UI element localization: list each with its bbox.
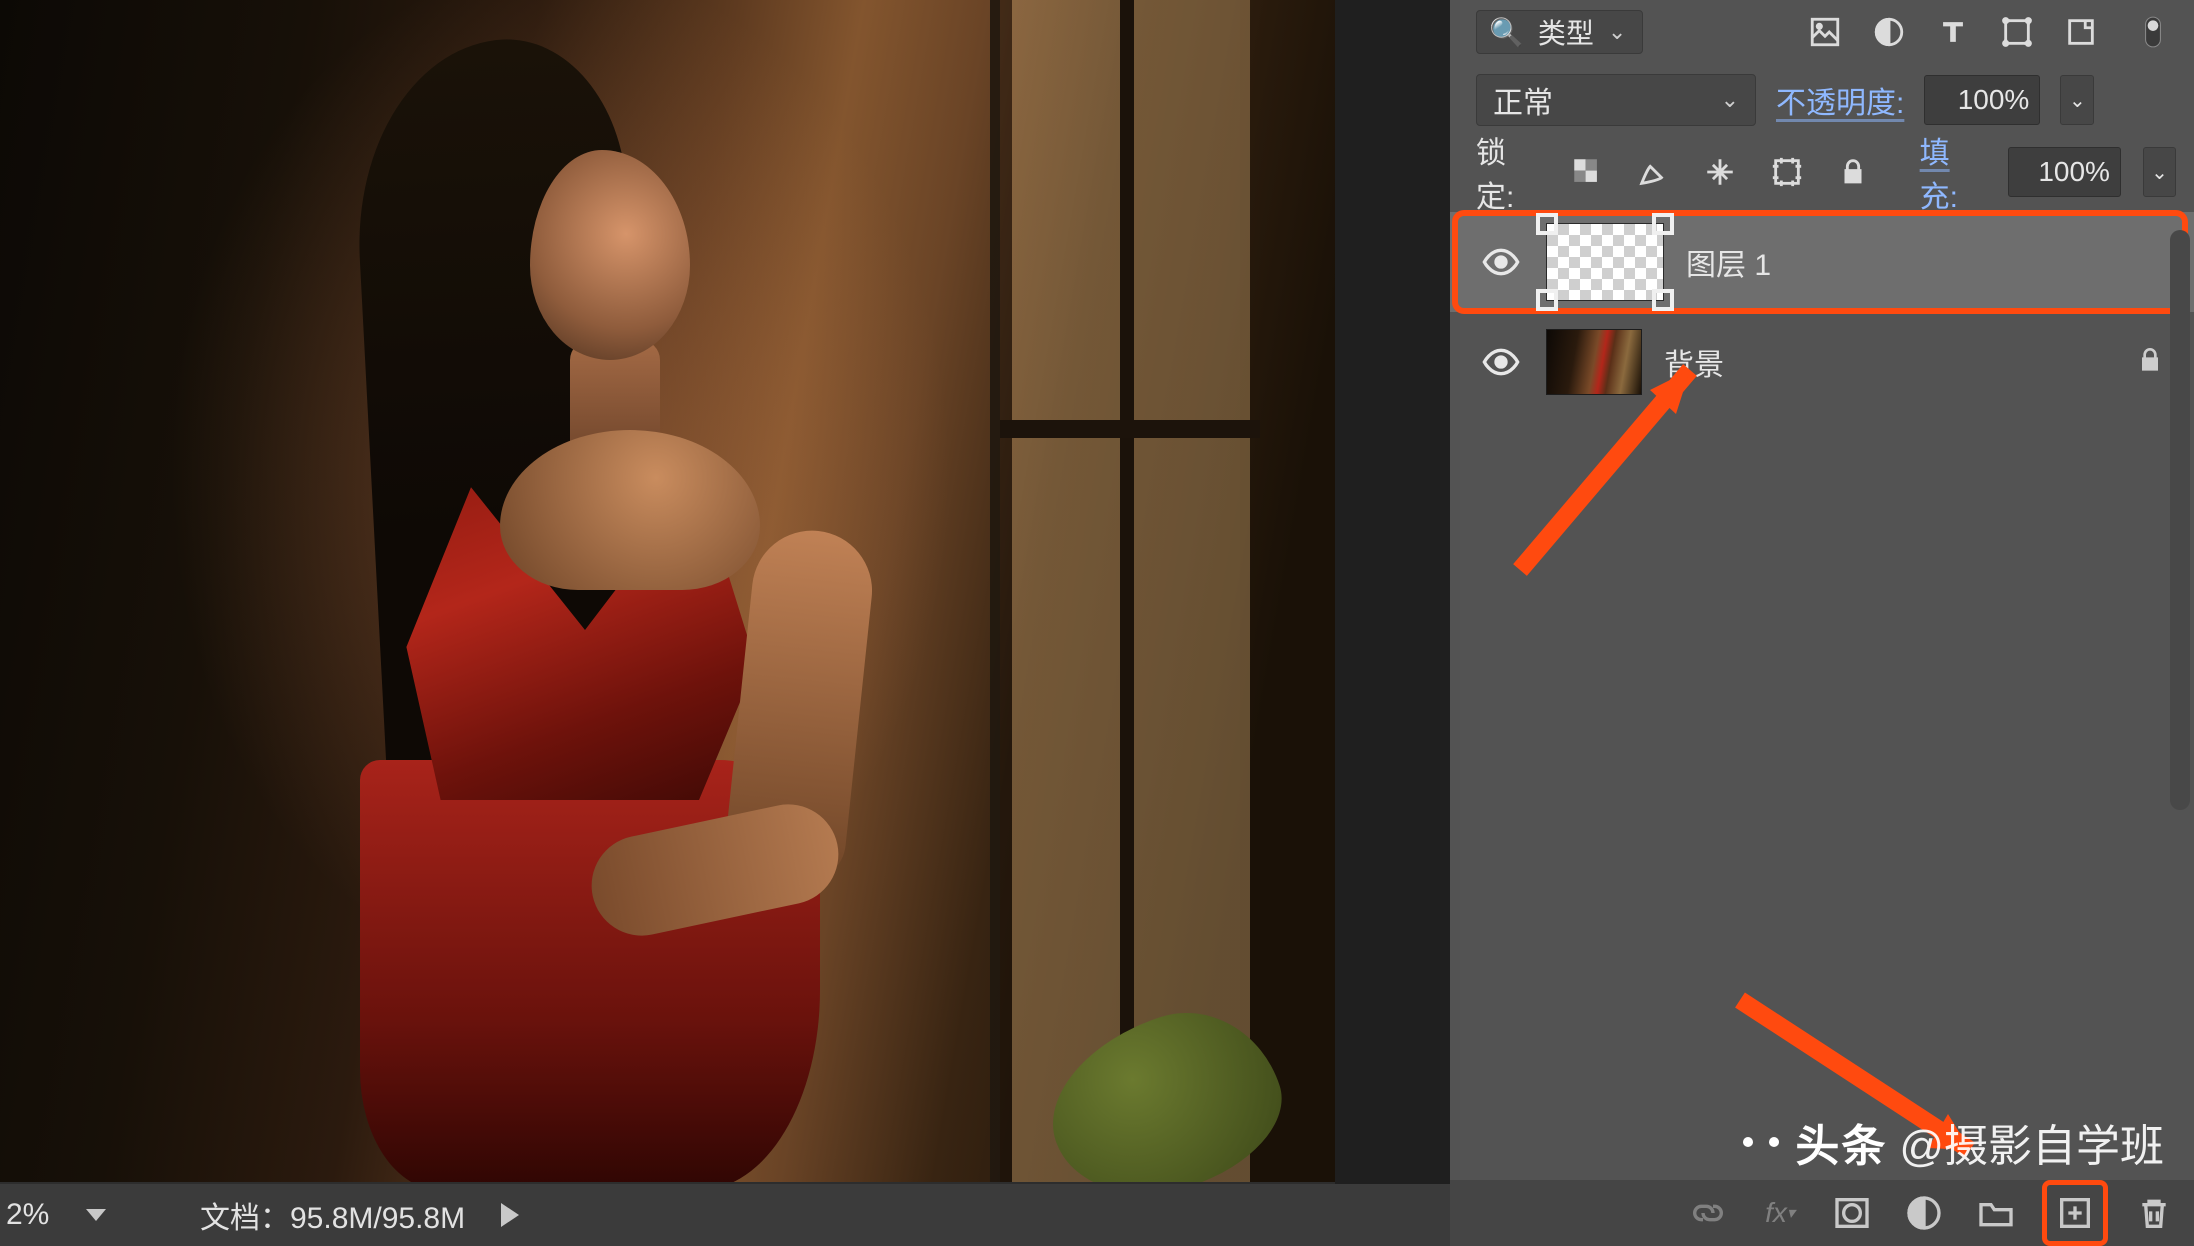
panel-scrollbar[interactable] [2170,230,2190,810]
layer-style-fx-icon[interactable]: fx▾ [1754,1187,1806,1239]
chevron-down-icon: ⌄ [1608,19,1626,45]
canvas-area[interactable]: 2% 文档：95.8M/95.8M [0,0,1450,1246]
fill-value[interactable]: 100% [2008,147,2121,197]
layer-name[interactable]: 背景 [1664,340,1724,384]
add-mask-icon[interactable] [1826,1187,1878,1239]
filter-type-select[interactable]: 🔍 类型 ⌄ [1476,10,1643,54]
filter-pixel-icon[interactable] [1802,9,1848,55]
transparent-thumb [1546,223,1664,301]
opacity-label[interactable]: 不透明度: [1776,78,1904,122]
watermark-handle: @摄影自学班 [1899,1110,2164,1174]
lock-fill-bar: 锁定: 填充: 100% ⌄ [1450,136,2194,208]
layer-name[interactable]: 图层 1 [1686,240,1771,284]
search-icon: 🔍 [1489,16,1524,49]
filter-shape-icon[interactable] [1994,9,2040,55]
zoom-level[interactable]: 2% [0,1198,80,1232]
layers-panel-footer: fx▾ [1450,1180,2194,1246]
zoom-dropdown-icon[interactable] [86,1209,106,1221]
document-size-info[interactable]: 文档：95.8M/95.8M [200,1193,465,1237]
fill-dropdown-icon[interactable]: ⌄ [2143,147,2176,197]
layer-filter-bar: 🔍 类型 ⌄ [1450,0,2194,64]
status-bar: 2% 文档：95.8M/95.8M [0,1184,1450,1246]
filter-adjustment-icon[interactable] [1866,9,1912,55]
layers-panel: 🔍 类型 ⌄ [1450,0,2194,1246]
watermark-logo-icon [1743,1137,1783,1147]
blend-mode-value: 正常 [1493,78,1553,122]
image-thumb [1546,329,1642,395]
visibility-toggle[interactable] [1478,342,1524,382]
photo-window-crossbar [1000,420,1260,438]
blend-mode-select[interactable]: 正常 ⌄ [1476,74,1756,126]
opacity-dropdown-icon[interactable]: ⌄ [2060,75,2094,125]
opacity-value[interactable]: 100% [1924,75,2040,125]
doc-info-menu-icon[interactable] [501,1203,519,1227]
annotation-highlight-newlayer [2042,1180,2108,1246]
lock-label: 锁定: [1476,128,1542,216]
lock-position-icon[interactable] [1698,149,1743,195]
watermark: 头条 @摄影自学班 [1743,1110,2164,1174]
canvas-pasteboard [1335,0,1450,1246]
layer-thumbnail[interactable] [1546,329,1642,395]
filter-type-text-icon[interactable] [1930,9,1976,55]
link-layers-icon[interactable] [1682,1187,1734,1239]
fill-label[interactable]: 填充: [1920,128,1986,216]
filter-type-label: 类型 [1538,12,1594,52]
filter-smartobject-icon[interactable] [2058,9,2104,55]
layer-row[interactable]: 背景 [1450,312,2194,412]
blend-opacity-bar: 正常 ⌄ 不透明度: 100% ⌄ [1450,64,2194,136]
photoshop-window: 2% 文档：95.8M/95.8M 🔍 类型 ⌄ [0,0,2194,1246]
photo-window-mullion [1120,0,1134,1182]
lock-all-icon[interactable] [1831,149,1876,195]
watermark-brand: 头条 [1795,1110,1887,1174]
lock-transparency-icon[interactable] [1564,149,1609,195]
chevron-down-icon: ⌄ [1721,87,1739,113]
new-group-icon[interactable] [1970,1187,2022,1239]
new-adjustment-layer-icon[interactable] [1898,1187,1950,1239]
visibility-toggle[interactable] [1478,242,1524,282]
layer-thumbnail[interactable] [1546,223,1664,301]
layers-list: 图层 1 背景 [1450,212,2194,412]
layer-row[interactable]: 图层 1 [1450,212,2194,312]
lock-image-icon[interactable] [1631,149,1676,195]
document-image[interactable] [0,0,1335,1182]
delete-layer-icon[interactable] [2128,1187,2180,1239]
filter-toggle-switch[interactable] [2130,9,2176,55]
layer-lock-icon[interactable] [2134,344,2166,381]
lock-artboard-icon[interactable] [1764,149,1809,195]
new-layer-icon[interactable] [2049,1187,2101,1239]
